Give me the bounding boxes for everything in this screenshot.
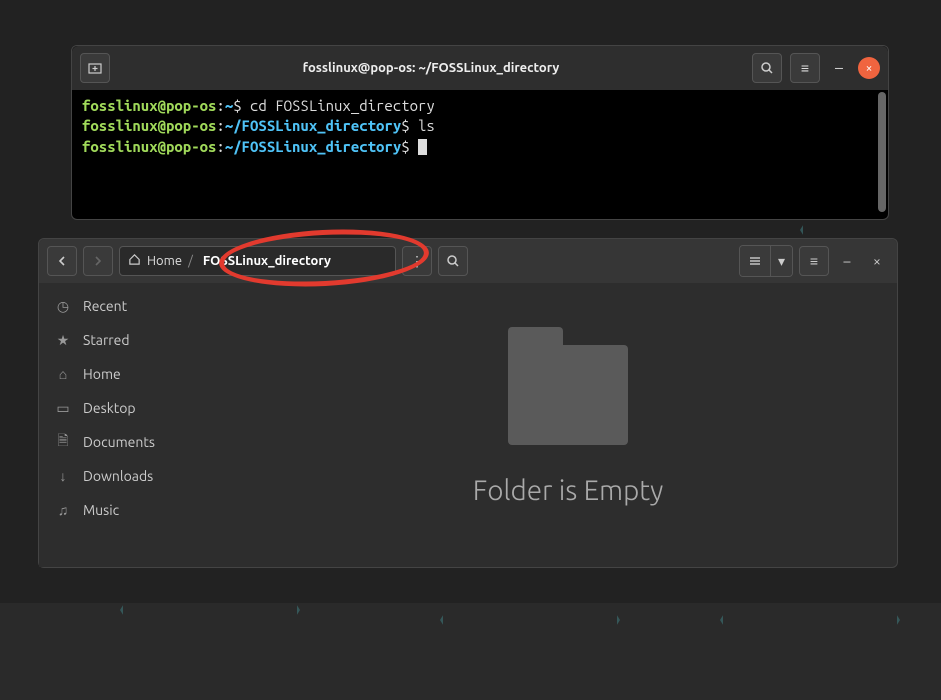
sidebar-item-label: Documents [83, 434, 155, 450]
downloads-icon: ↓ [55, 468, 71, 484]
files-headerbar: Home / FOSSLinux_directory ⋮ ▾ ≡ – × [39, 239, 897, 283]
files-menu-button[interactable]: ≡ [799, 246, 829, 276]
sidebar-item-label: Recent [83, 298, 127, 314]
prompt-user: fosslinux@pop-os [82, 97, 216, 114]
home-icon [128, 253, 141, 269]
prompt-path: ~/FOSSLinux_directory [225, 138, 401, 155]
terminal-line: fosslinux@pop-os:~/FOSSLinux_directory$ [82, 137, 878, 157]
clock-icon: ◷ [55, 298, 71, 314]
sidebar-item-recent[interactable]: ◷ Recent [39, 289, 239, 323]
empty-folder-icon [508, 345, 628, 445]
terminal-search-button[interactable] [752, 53, 782, 83]
prompt-user: fosslinux@pop-os [82, 138, 216, 155]
files-window: Home / FOSSLinux_directory ⋮ ▾ ≡ – × ◷ R… [38, 238, 898, 568]
terminal-line: fosslinux@pop-os:~/FOSSLinux_directory$ … [82, 116, 878, 136]
sidebar-item-label: Desktop [83, 400, 136, 416]
sidebar-item-desktop[interactable]: ▭ Desktop [39, 391, 239, 425]
terminal-cursor [418, 139, 427, 155]
terminal-close-button[interactable]: × [858, 57, 880, 79]
documents-icon: 🗎 [55, 434, 71, 450]
sidebar-item-label: Starred [83, 332, 130, 348]
new-tab-button[interactable] [80, 53, 110, 83]
breadcrumb-separator: / [188, 254, 193, 268]
music-icon: ♫ [55, 502, 71, 518]
nav-back-button[interactable] [47, 246, 77, 276]
sidebar-item-label: Music [83, 502, 119, 518]
sidebar-item-starred[interactable]: ★ Starred [39, 323, 239, 357]
home-icon: ⌂ [55, 366, 71, 382]
prompt-path: ~/FOSSLinux_directory [225, 117, 401, 134]
sidebar-item-downloads[interactable]: ↓ Downloads [39, 459, 239, 493]
sidebar-item-documents[interactable]: 🗎 Documents [39, 425, 239, 459]
view-dropdown-button[interactable]: ▾ [770, 246, 792, 276]
sidebar-item-home[interactable]: ⌂ Home [39, 357, 239, 391]
files-search-button[interactable] [438, 246, 468, 276]
list-view-button[interactable] [740, 246, 770, 276]
terminal-minimize-button[interactable]: – [828, 57, 850, 79]
files-content-area[interactable]: Folder is Empty [239, 283, 897, 567]
sidebar-item-music[interactable]: ♫ Music [39, 493, 239, 527]
terminal-title: fosslinux@pop-os: ~/FOSSLinux_directory [118, 61, 744, 75]
star-icon: ★ [55, 332, 71, 348]
files-minimize-button[interactable]: – [835, 249, 859, 273]
nav-forward-button[interactable] [83, 246, 113, 276]
breadcrumb-current[interactable]: FOSSLinux_directory [199, 252, 335, 270]
terminal-command: ls [418, 117, 435, 134]
sidebar-item-label: Home [83, 366, 121, 382]
empty-folder-label: Folder is Empty [473, 475, 664, 506]
files-sidebar: ◷ Recent ★ Starred ⌂ Home ▭ Desktop 🗎 Do… [39, 283, 239, 567]
terminal-scrollbar[interactable] [878, 92, 886, 212]
terminal-line: fosslinux@pop-os:~$ cd FOSSLinux_directo… [82, 96, 878, 116]
prompt-user: fosslinux@pop-os [82, 117, 216, 134]
terminal-command: cd FOSSLinux_directory [250, 97, 435, 114]
prompt-path: ~ [225, 97, 233, 114]
files-close-button[interactable]: × [865, 249, 889, 273]
desktop-icon: ▭ [55, 400, 71, 416]
terminal-menu-button[interactable]: ≡ [790, 53, 820, 83]
breadcrumb-home[interactable]: Home [147, 254, 182, 268]
path-menu-button[interactable]: ⋮ [402, 246, 432, 276]
breadcrumb[interactable]: Home / FOSSLinux_directory [119, 246, 396, 276]
terminal-window: fosslinux@pop-os: ~/FOSSLinux_directory … [71, 45, 889, 220]
view-mode-group: ▾ [739, 245, 793, 277]
terminal-content[interactable]: fosslinux@pop-os:~$ cd FOSSLinux_directo… [72, 90, 888, 219]
terminal-titlebar: fosslinux@pop-os: ~/FOSSLinux_directory … [72, 46, 888, 90]
sidebar-item-label: Downloads [83, 468, 153, 484]
